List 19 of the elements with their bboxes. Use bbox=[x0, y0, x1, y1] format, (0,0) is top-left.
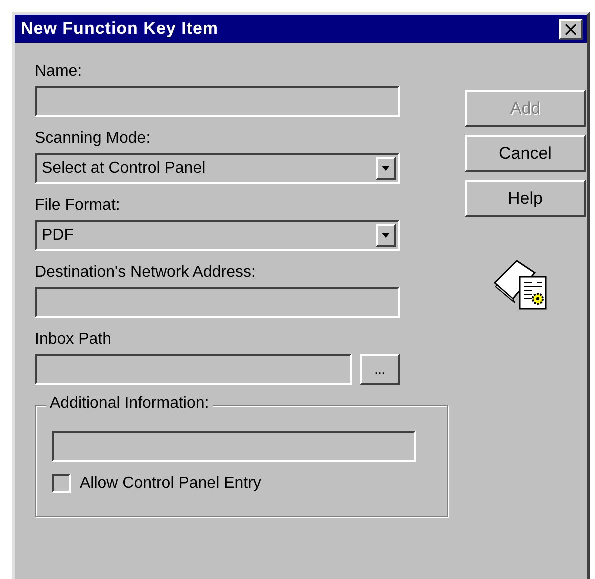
close-button[interactable]: × bbox=[559, 18, 583, 40]
dialog-button[interactable]: Cancel bbox=[465, 135, 586, 172]
checkbox-label: Allow Control Panel Entry bbox=[80, 474, 262, 492]
field-label: Scanning Mode: bbox=[35, 130, 152, 148]
window-title: New Function Key Item bbox=[21, 19, 219, 39]
field-label: Inbox Path bbox=[35, 331, 112, 349]
text-field[interactable] bbox=[52, 431, 416, 462]
field-label: File Format: bbox=[35, 197, 122, 215]
dropdown-field[interactable]: Select at Control Panel bbox=[35, 153, 400, 184]
field-label: Name: bbox=[35, 63, 84, 81]
text-field[interactable] bbox=[35, 86, 400, 117]
checkbox[interactable] bbox=[52, 474, 71, 493]
dialog-button[interactable]: Help bbox=[465, 180, 586, 217]
text-field[interactable] bbox=[35, 287, 400, 318]
browse-button[interactable]: ... bbox=[360, 354, 400, 385]
text-field[interactable] bbox=[35, 354, 352, 385]
dropdown-field[interactable]: PDF bbox=[35, 220, 400, 251]
document-gear-icon bbox=[493, 259, 549, 311]
field-label: Destination's Network Address: bbox=[35, 264, 257, 282]
